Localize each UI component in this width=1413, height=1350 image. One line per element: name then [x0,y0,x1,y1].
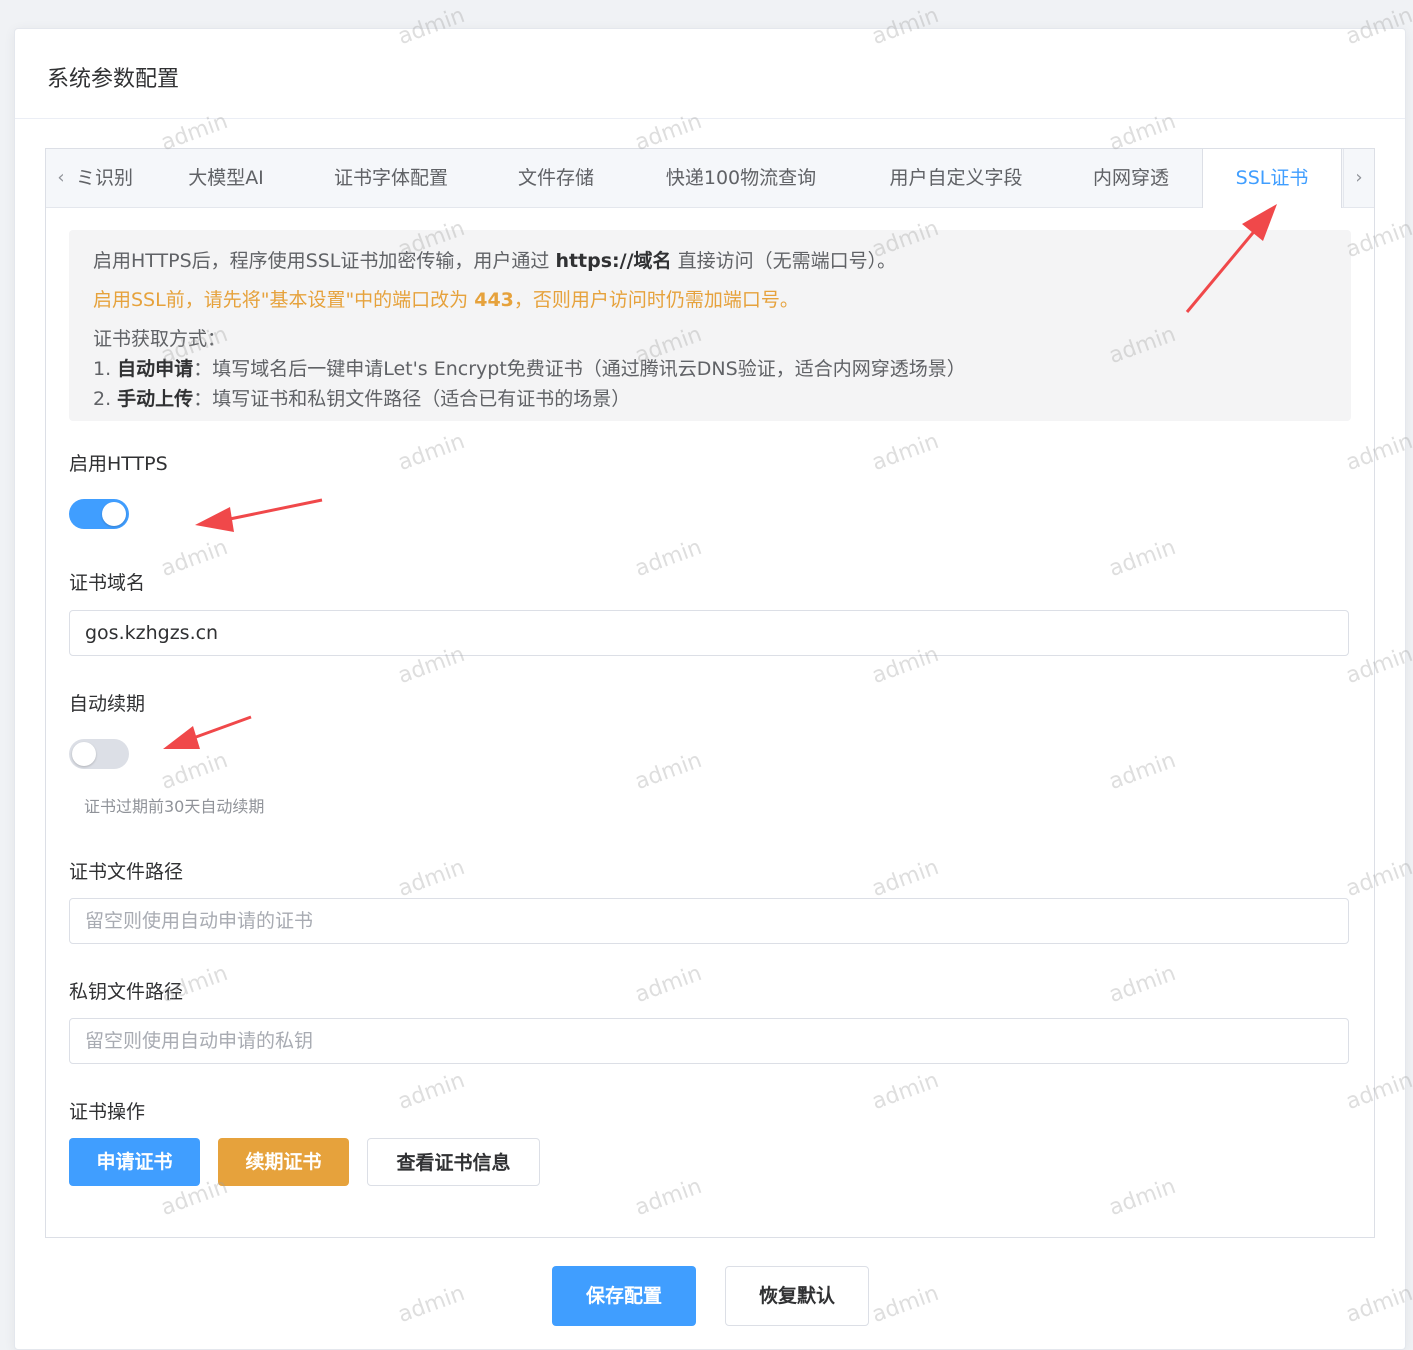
card-header: 系统参数配置 [15,29,1405,119]
domain-input[interactable] [69,610,1349,656]
switch-knob [102,502,126,526]
tab-ssl-cert[interactable]: SSL证书 [1202,149,1342,208]
renew-cert-button[interactable]: 续期证书 [218,1138,349,1186]
cert-path-input[interactable] [69,898,1349,944]
tab-cert-font[interactable]: 证书字体配置 [321,149,461,207]
tab-custom-fields[interactable]: 用户自定义字段 [876,149,1036,207]
config-card: 系统参数配置 ‹ ミ识别 大模型AI 证书字体配置 文件存储 快递100物流查询… [14,28,1406,1350]
alert-line-port-warning: 启用SSL前，请先将"基本设置"中的端口改为 443，否则用户访问时仍需加端口号… [93,289,799,311]
key-path-label: 私钥文件路径 [69,981,184,1003]
tab-scroll-prev-icon[interactable]: ‹ [46,149,76,207]
page-title: 系统参数配置 [47,67,180,92]
auto-renew-label: 自动续期 [69,693,146,715]
save-config-button[interactable]: 保存配置 [552,1266,696,1326]
settings-tabs: ‹ ミ识别 大模型AI 证书字体配置 文件存储 快递100物流查询 用户自定义字… [45,148,1375,1238]
cert-ops-label: 证书操作 [69,1101,146,1123]
alert-line-manual-upload: 2. 手动上传：填写证书和私钥文件路径（适合已有证书的场景） [93,388,631,410]
switch-knob [72,742,96,766]
tab-express-query[interactable]: 快递100物流查询 [651,149,831,207]
view-cert-info-button[interactable]: 查看证书信息 [367,1138,540,1186]
auto-renew-switch[interactable] [69,739,129,769]
reset-default-button[interactable]: 恢复默认 [725,1266,869,1326]
tab-scroll-next-icon[interactable]: › [1343,149,1374,207]
key-path-input[interactable] [69,1018,1349,1064]
info-alert: 启用HTTPS后，程序使用SSL证书加密传输，用户通过 https://域名 直… [69,230,1351,421]
tab-file-storage[interactable]: 文件存储 [506,149,606,207]
tab-llm-ai[interactable]: 大模型AI [176,149,276,207]
cert-path-label: 证书文件路径 [69,861,184,883]
domain-label: 证书域名 [69,572,146,594]
alert-line-https: 启用HTTPS后，程序使用SSL证书加密传输，用户通过 https://域名 直… [93,250,897,272]
enable-https-switch[interactable] [69,499,129,529]
tabs-header: ‹ ミ识别 大模型AI 证书字体配置 文件存储 快递100物流查询 用户自定义字… [46,149,1374,208]
alert-line-auto-apply: 1. 自动申请：填写域名后一键申请Let's Encrypt免费证书（通过腾讯云… [93,358,966,380]
auto-renew-hint: 证书过期前30天自动续期 [84,797,265,816]
tab-recognition[interactable]: ミ识别 [76,149,136,207]
apply-cert-button[interactable]: 申请证书 [69,1138,200,1186]
alert-line-methods-title: 证书获取方式： [93,328,227,350]
tab-intranet-penetration[interactable]: 内网穿透 [1081,149,1181,207]
enable-https-label: 启用HTTPS [69,453,168,475]
